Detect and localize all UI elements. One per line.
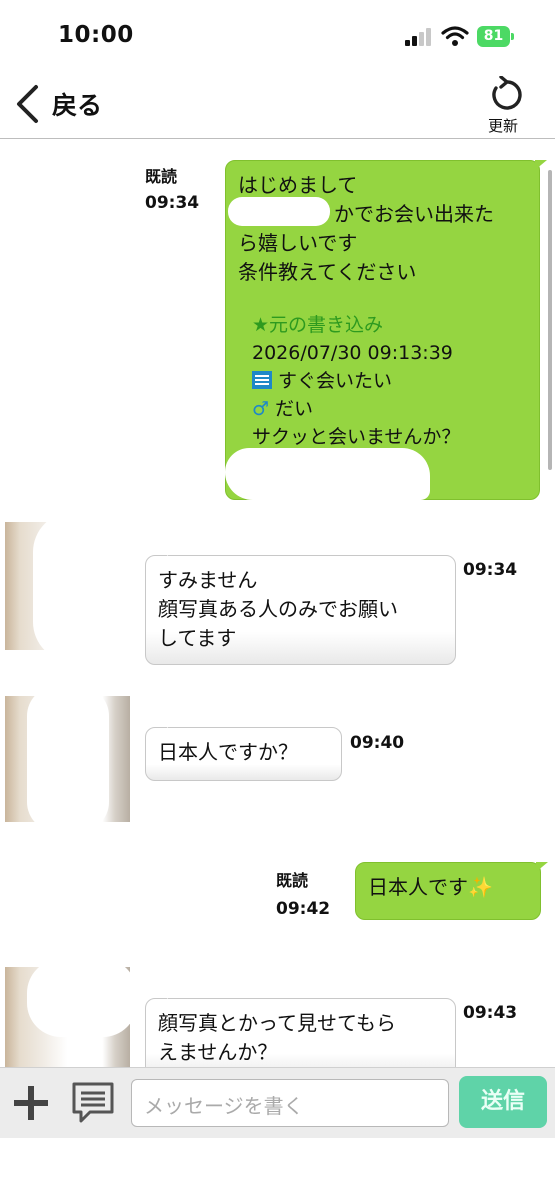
message-line: してます bbox=[158, 626, 237, 650]
chevron-left-icon bbox=[17, 85, 38, 123]
read-receipt: 既読 bbox=[276, 871, 309, 890]
message-line: ら嬉しいです bbox=[238, 231, 358, 255]
wifi-icon bbox=[441, 25, 469, 51]
message-line: 条件教えてください bbox=[238, 260, 417, 284]
refresh-icon bbox=[492, 76, 522, 110]
add-button[interactable] bbox=[10, 1082, 52, 1124]
message-template-icon bbox=[72, 1082, 114, 1123]
battery-indicator: 81 bbox=[477, 26, 510, 47]
message-line: 日本人ですか？ bbox=[158, 740, 298, 764]
message-bubble-incoming[interactable]: 顔写真とかって見せてもら えませんか？ bbox=[145, 998, 456, 1078]
read-receipt: 既読 bbox=[145, 167, 178, 186]
message-bubble-outgoing[interactable]: 日本人です✨ bbox=[355, 862, 541, 920]
plus-icon bbox=[14, 1086, 48, 1120]
quote-topic: すぐ会いたい bbox=[278, 370, 393, 392]
quoted-post: ★元の書き込み 2026/07/30 09:13:39 すぐ会いたい ♂ だい サ… bbox=[238, 311, 527, 451]
quote-datetime: 2026/07/30 09:13:39 bbox=[252, 342, 453, 364]
bubble-tail bbox=[536, 862, 548, 872]
back-label: 戻る bbox=[52, 91, 103, 120]
message-line: すみません bbox=[158, 568, 258, 592]
message-time: 09:43 bbox=[463, 1003, 518, 1023]
bubble-tail bbox=[156, 546, 168, 556]
battery-level: 81 bbox=[483, 28, 504, 44]
quote-age-row: ♂ だい bbox=[252, 395, 527, 423]
bubble-tail bbox=[535, 160, 547, 170]
message-line: 顔写真ある人のみでお願い bbox=[158, 597, 398, 621]
avatar[interactable] bbox=[5, 967, 130, 1067]
battery-cap bbox=[511, 33, 514, 40]
bubble-tail bbox=[156, 718, 168, 728]
quote-body: サクッと会いませんか？ bbox=[252, 426, 461, 448]
message-time: 09:34 bbox=[145, 193, 200, 213]
redaction-mark bbox=[225, 448, 430, 500]
male-icon: ♂ bbox=[252, 398, 270, 420]
composer-bar: メッセージを書く 送信 bbox=[0, 1067, 555, 1138]
message-time: 09:40 bbox=[350, 733, 405, 753]
message-bubble-incoming[interactable]: 日本人ですか？ bbox=[145, 727, 342, 781]
message-line: 日本人です bbox=[368, 875, 468, 899]
sparkles-icon: ✨ bbox=[468, 875, 493, 899]
message-bubble-incoming[interactable]: すみません 顔写真ある人のみでお願い してます bbox=[145, 555, 456, 665]
message-line-row: 日本人です✨ bbox=[368, 873, 528, 902]
quote-age: だい bbox=[275, 398, 314, 420]
list-icon bbox=[252, 371, 272, 389]
avatar[interactable] bbox=[5, 696, 130, 822]
back-button[interactable]: 戻る bbox=[0, 72, 120, 138]
refresh-label: 更新 bbox=[488, 117, 519, 135]
send-button[interactable]: 送信 bbox=[459, 1076, 547, 1128]
signal-icon bbox=[405, 28, 435, 46]
avatar[interactable] bbox=[5, 522, 130, 650]
quote-topic-row: すぐ会いたい bbox=[252, 367, 527, 395]
message-line: えませんか？ bbox=[158, 1040, 278, 1064]
bubble-tail bbox=[156, 989, 168, 999]
message-time: 09:34 bbox=[463, 560, 518, 580]
template-button[interactable] bbox=[70, 1080, 116, 1126]
nav-bar: 戻る 更新 bbox=[0, 72, 555, 139]
quote-title: ★元の書き込み bbox=[252, 314, 384, 336]
message-line: 顔写真とかって見せてもら bbox=[158, 1011, 396, 1035]
bubble-scrollbar bbox=[548, 170, 552, 470]
status-time: 10:00 bbox=[58, 22, 134, 48]
message-time: 09:42 bbox=[276, 899, 331, 919]
message-input[interactable]: メッセージを書く bbox=[131, 1079, 449, 1127]
redaction-mark bbox=[228, 197, 330, 226]
refresh-button[interactable]: 更新 bbox=[480, 72, 540, 138]
message-line: はじめまして bbox=[238, 173, 358, 197]
